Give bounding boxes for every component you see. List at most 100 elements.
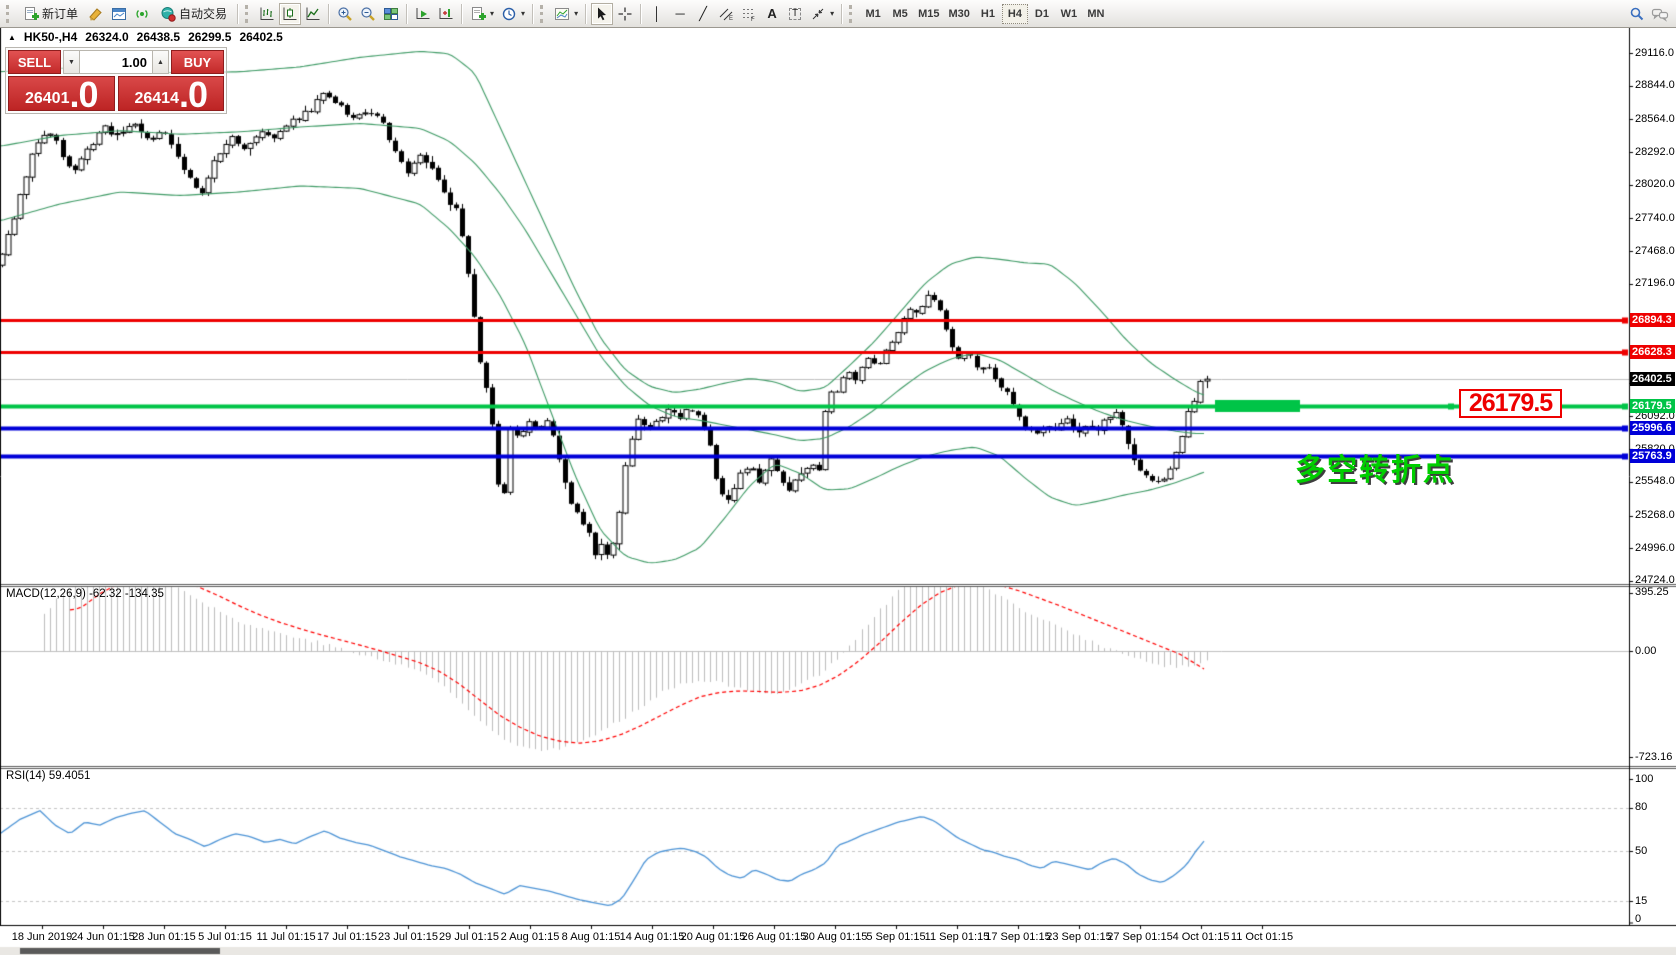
rsi-indicator-label: RSI(14) 59.4051 [6,770,90,782]
toolbar-separator [532,4,534,24]
volume-stepper: ▼ ▲ [63,50,169,74]
sell-button[interactable]: SELL [8,50,61,74]
sell-price-main: 26401 [25,89,70,109]
sell-price-display[interactable]: 26401 .0 [8,76,115,111]
dropdown-caret-icon: ▾ [490,9,494,18]
symbol-info: ▲ HK50-,H4 26324.0 26438.5 26299.5 26402… [8,30,283,44]
line-chart-icon [305,6,321,22]
autotrading-button[interactable]: 自动交易 [154,3,233,25]
market-watch-icon [111,6,127,22]
toolbar-grip[interactable] [245,5,251,23]
bar-chart-icon [259,6,275,22]
one-click-trading-panel: SELL ▼ ▲ BUY 26401 .0 26414 .0 [5,47,227,114]
svg-text:E: E [729,16,733,22]
timeframe-m5[interactable]: M5 [887,4,913,24]
equidistant-channel-button[interactable]: E [715,3,737,25]
toolbar-separator [237,4,239,24]
toolbar-grip[interactable] [540,5,546,23]
signals-button[interactable] [131,3,153,25]
crayon-icon [88,6,104,22]
timeframe-m1[interactable]: M1 [860,4,886,24]
mt4-window: 新订单 自动交易 [0,0,1676,955]
turning-point-annotation[interactable]: 多空转折点 [1295,445,1455,489]
text-button[interactable]: A [761,3,783,25]
arrows-button[interactable]: ▾ [807,3,837,25]
indicators-icon [554,6,570,22]
zoom-out-icon [360,6,376,22]
search-icon [1629,6,1645,22]
timeframe-w1[interactable]: W1 [1056,4,1082,24]
ohlc-low: 26299.5 [188,30,231,44]
text-icon: A [767,7,776,20]
buy-price-display[interactable]: 26414 .0 [118,76,225,111]
chart-shift-icon [438,6,454,22]
timeframe-h1[interactable]: H1 [975,4,1001,24]
zoom-in-button[interactable] [334,3,356,25]
timeframe-d1[interactable]: D1 [1029,4,1055,24]
crosshair-button[interactable] [614,3,636,25]
toolbar-separator [461,4,463,24]
line-chart-button[interactable] [302,3,324,25]
timeframe-mn[interactable]: MN [1083,4,1109,24]
candlestick-chart-icon [282,6,298,22]
new-template-button[interactable]: ▾ [467,3,497,25]
market-watch-button[interactable] [108,3,130,25]
timeframe-m30[interactable]: M30 [945,4,974,24]
text-label-button[interactable]: T [784,3,806,25]
zoom-out-button[interactable] [357,3,379,25]
candlestick-chart-button[interactable] [279,3,301,25]
horizontal-line-button[interactable]: ─ [669,3,691,25]
volume-input[interactable] [80,50,152,74]
timeframe-m15[interactable]: M15 [914,4,943,24]
cursor-button[interactable] [591,3,613,25]
collapse-icon[interactable]: ▲ [8,33,16,42]
toolbar-separator [328,4,330,24]
indicators-button[interactable]: ▾ [551,3,581,25]
equidistant-channel-icon: E [718,6,734,22]
new-order-icon [23,6,39,22]
toolbar-separator [585,4,587,24]
auto-scroll-button[interactable] [412,3,434,25]
ohlc-close: 26402.5 [239,30,282,44]
horizontal-line-icon: ─ [675,7,684,20]
bar-chart-button[interactable] [256,3,278,25]
fibonacci-button[interactable]: F [738,3,760,25]
sell-price-big: .0 [69,81,97,109]
auto-scroll-icon [415,6,431,22]
dropdown-caret-icon: ▾ [521,9,525,18]
chat-icon [1651,6,1669,22]
signals-icon [134,6,150,22]
new-order-label: 新订单 [42,5,78,22]
search-button[interactable] [1626,3,1648,25]
vertical-line-button[interactable]: │ [646,3,668,25]
crayon-button[interactable] [85,3,107,25]
arrows-icon [810,6,826,22]
chart-shift-button[interactable] [435,3,457,25]
volume-decrease-button[interactable]: ▼ [63,50,80,74]
trendline-button[interactable]: ╱ [692,3,714,25]
tile-windows-icon [383,6,399,22]
toolbar-grip[interactable] [849,5,855,23]
timeframe-h4[interactable]: H4 [1002,4,1028,24]
toolbar: 新订单 自动交易 [0,0,1676,28]
clock-icon [501,6,517,22]
macd-indicator-label: MACD(12,26,9) -62.32 -134.35 [6,588,164,600]
toolbar-grip[interactable] [6,5,12,23]
vertical-line-icon: │ [653,7,661,20]
trendline-icon: ╱ [699,7,707,20]
buy-button[interactable]: BUY [171,50,224,74]
tile-windows-button[interactable] [380,3,402,25]
chat-button[interactable] [1648,3,1672,25]
toolbar-separator [406,4,408,24]
crosshair-icon [617,6,633,22]
dropdown-caret-icon: ▾ [574,9,578,18]
toolbar-separator [841,4,843,24]
new-order-button[interactable]: 新订单 [17,3,84,25]
zoom-in-icon [337,6,353,22]
price-annotation-box[interactable]: 26179.5 [1459,389,1562,418]
chart-canvas[interactable] [0,28,1676,955]
periods-button[interactable]: ▾ [498,3,528,25]
volume-increase-button[interactable]: ▲ [152,50,169,74]
ohlc-high: 26438.5 [137,30,180,44]
timeframe-group: M1M5M15M30H1H4D1W1MN [860,4,1109,24]
